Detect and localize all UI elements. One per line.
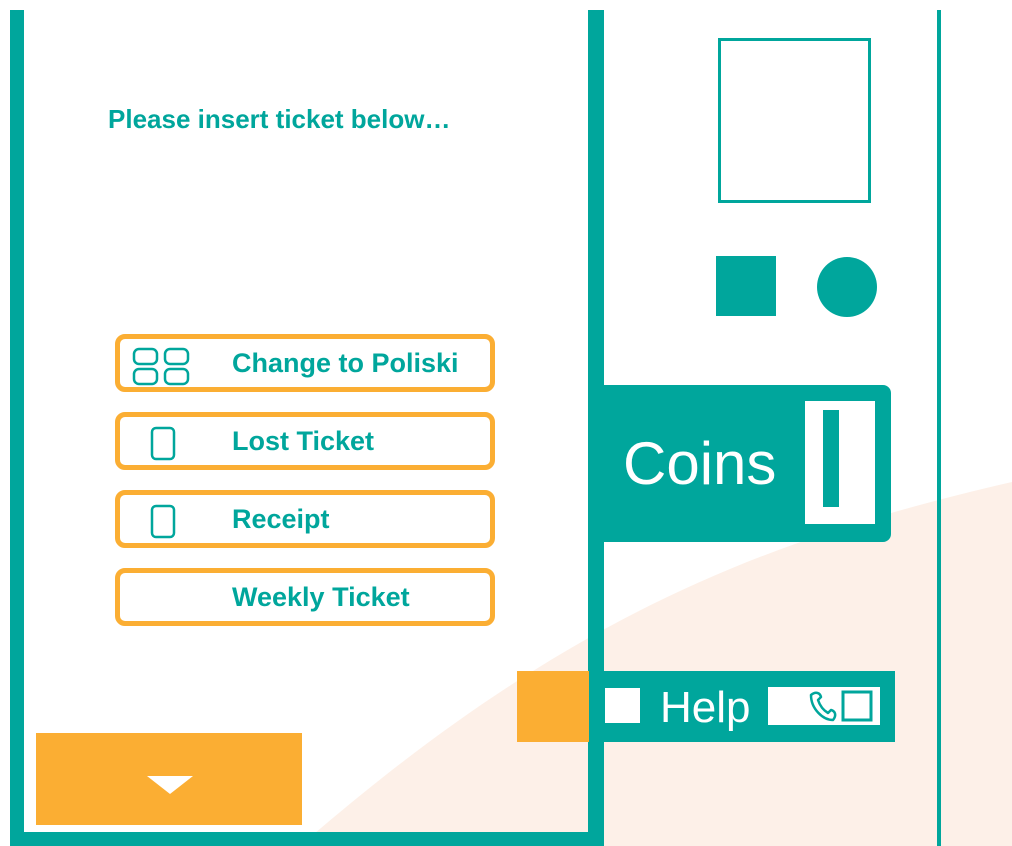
- right-frame-line: [937, 10, 941, 846]
- display-window: [718, 38, 871, 203]
- coins-panel: Coins: [588, 385, 891, 542]
- change-language-label: Change to Poliski: [232, 348, 459, 378]
- help-accent: [517, 671, 589, 742]
- scroll-down-button[interactable]: [36, 733, 302, 825]
- weekly-ticket-label: Weekly Ticket: [232, 582, 410, 612]
- insert-ticket-prompt: Please insert ticket below…: [108, 104, 451, 134]
- phone-icon: [809, 691, 837, 722]
- square-button[interactable]: [716, 256, 776, 316]
- lost-ticket-button[interactable]: Lost Ticket: [115, 412, 495, 470]
- bottom-frame-bar: [10, 832, 604, 846]
- arrow-down-icon: [147, 776, 193, 794]
- help-indicator: [605, 688, 640, 723]
- coin-slot-opening: [823, 410, 839, 507]
- ticket-icon: [150, 504, 176, 539]
- screen-icon: [841, 690, 873, 722]
- coins-label: Coins: [623, 430, 777, 497]
- help-button[interactable]: Help: [600, 671, 895, 742]
- receipt-label: Receipt: [232, 504, 330, 534]
- change-language-button[interactable]: Change to Poliski: [115, 334, 495, 392]
- help-panel: [768, 687, 880, 725]
- help-label: Help: [660, 683, 751, 732]
- coin-slot-icon[interactable]: [805, 401, 875, 524]
- weekly-ticket-button[interactable]: Weekly Ticket: [115, 568, 495, 626]
- round-button[interactable]: [817, 257, 877, 317]
- ticket-icon: [150, 426, 176, 461]
- left-frame-bar: [10, 10, 24, 846]
- lost-ticket-label: Lost Ticket: [232, 426, 375, 456]
- receipt-button[interactable]: Receipt: [115, 490, 495, 548]
- grid-icon: [132, 347, 190, 386]
